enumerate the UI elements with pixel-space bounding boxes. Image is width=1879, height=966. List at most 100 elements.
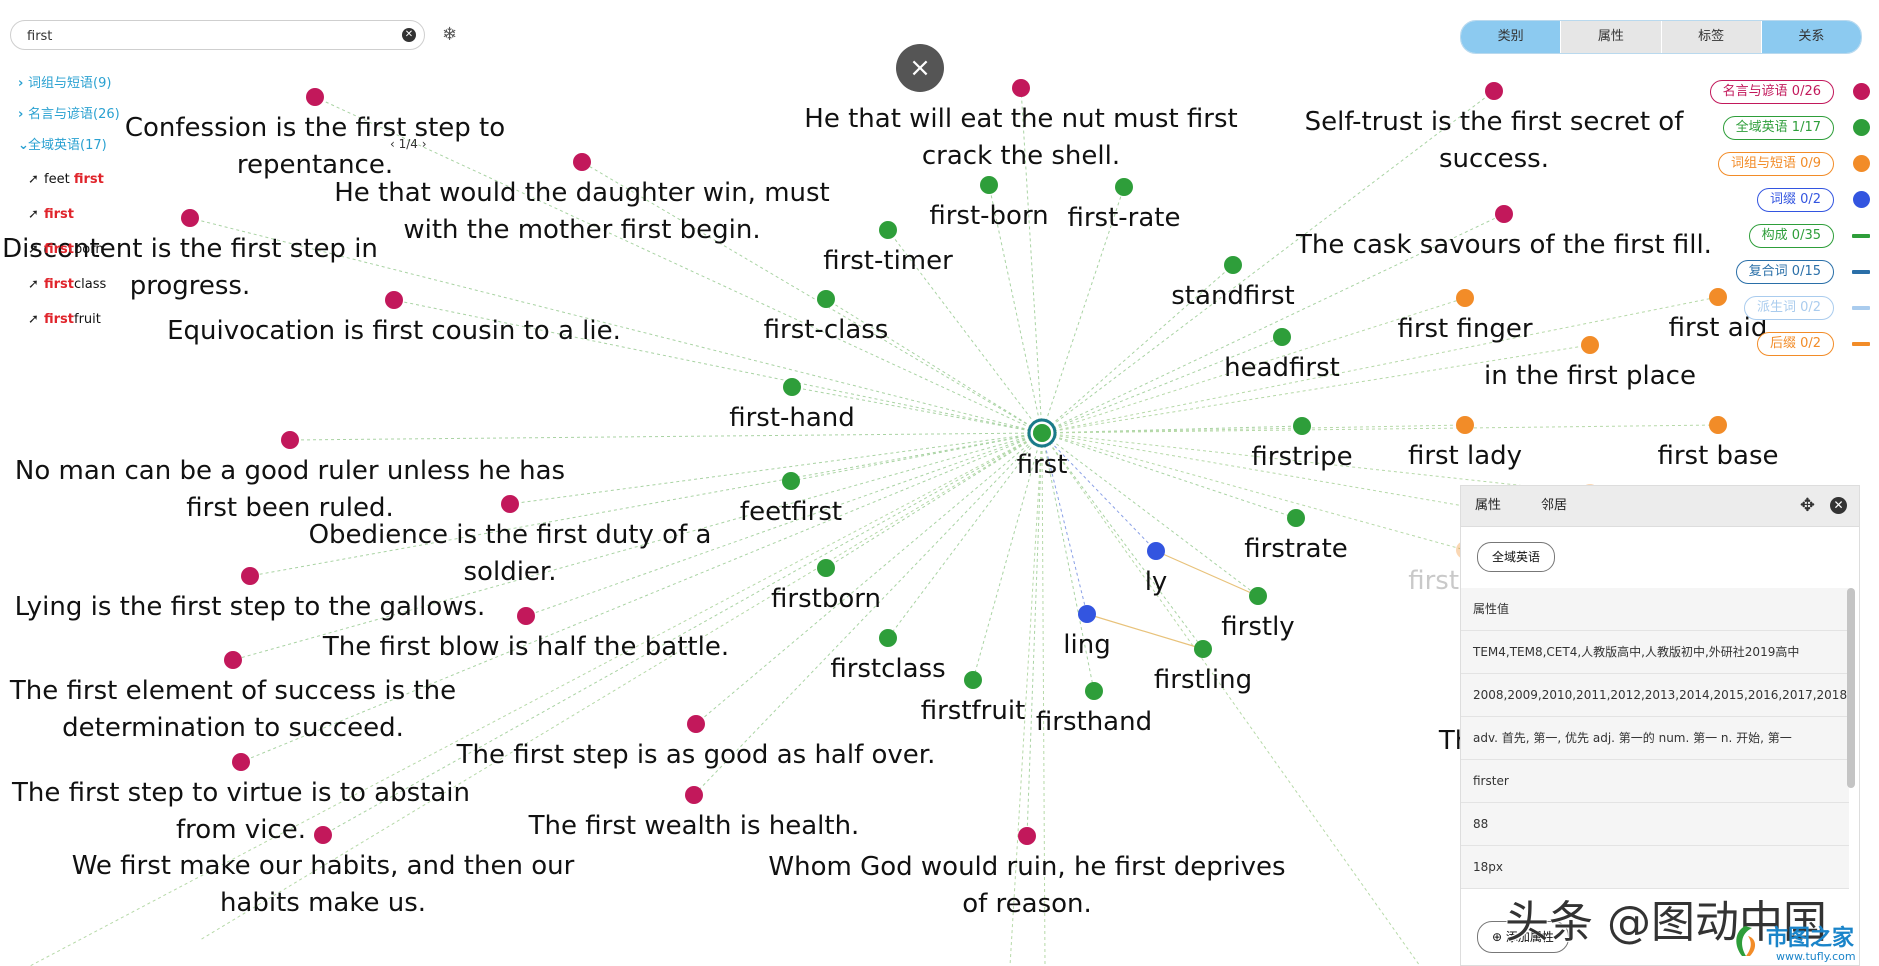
graph-node[interactable]: He that would the daughter win, must with… [334, 153, 830, 245]
node-dot[interactable] [1078, 605, 1096, 623]
node-dot[interactable] [1273, 328, 1291, 346]
property-row[interactable]: 88 [1461, 803, 1849, 846]
graph-node[interactable]: firstclass [830, 629, 946, 684]
legend-item[interactable]: 全域英语 1/17 [1700, 116, 1870, 140]
graph-node[interactable]: first finger [1397, 289, 1533, 344]
tree-item[interactable]: ➚ firstfruit [28, 312, 101, 327]
graph-node[interactable]: The first element of success is the deter… [9, 651, 456, 743]
graph-node[interactable]: first-rate [1067, 178, 1181, 233]
node-dot[interactable] [980, 176, 998, 194]
node-dot[interactable] [1012, 79, 1030, 97]
legend-item[interactable]: 名言与谚语 0/26 [1700, 80, 1870, 104]
graph-node[interactable]: The cask savours of the first fill. [1295, 205, 1712, 260]
graph-node[interactable]: He that will eat the nut must first crack… [804, 79, 1238, 171]
graph-node[interactable]: first-class [764, 290, 889, 345]
tree-item[interactable]: ➚ firstborn [28, 242, 104, 257]
property-row[interactable]: firster [1461, 760, 1849, 803]
tree-group-english[interactable]: ⌄全域英语(17) [18, 136, 120, 167]
panel-tab-neighbors[interactable]: 邻居 [1541, 486, 1567, 526]
node-dot[interactable] [281, 431, 299, 449]
node-dot[interactable] [1085, 682, 1103, 700]
tree-item[interactable]: ➚ firstclass [28, 277, 106, 292]
graph-node[interactable]: standfirst [1171, 256, 1295, 311]
graph-node[interactable]: firstripe [1251, 417, 1353, 472]
node-dot[interactable] [1287, 509, 1305, 527]
node-dot[interactable] [1115, 178, 1133, 196]
node-dot[interactable] [1709, 416, 1727, 434]
node-dot[interactable] [1249, 587, 1267, 605]
legend-item[interactable]: 后缀 0/2 [1700, 332, 1870, 356]
graph-node[interactable]: ling [1063, 605, 1111, 660]
node-dot[interactable] [964, 671, 982, 689]
tree-group-phrases[interactable]: › 词组与短语(9) [18, 74, 120, 105]
node-dot[interactable] [573, 153, 591, 171]
node-dot[interactable] [1495, 205, 1513, 223]
tree-group-quotes[interactable]: › 名言与谚语(26) [18, 105, 120, 136]
node-dot[interactable] [241, 567, 259, 585]
node-dot[interactable] [224, 651, 242, 669]
node-dot[interactable] [314, 826, 332, 844]
node-dot[interactable] [501, 495, 519, 513]
node-dot[interactable] [685, 786, 703, 804]
node-dot[interactable] [1456, 416, 1474, 434]
property-row[interactable]: 18px [1461, 846, 1849, 889]
node-dot[interactable] [1456, 289, 1474, 307]
close-icon[interactable]: ✕ [1830, 497, 1847, 514]
node-dot[interactable] [1293, 417, 1311, 435]
search-box[interactable]: ✕ [10, 20, 425, 50]
node-dot[interactable] [1147, 542, 1165, 560]
close-button[interactable]: × [896, 44, 944, 92]
graph-node[interactable]: firstling [1154, 640, 1252, 695]
graph-node[interactable]: Lying is the first step to the gallows. [15, 567, 486, 622]
legend-item[interactable]: 派生词 0/2 [1700, 296, 1870, 320]
node-dot[interactable] [1018, 827, 1036, 845]
tree-item[interactable]: ➚ first [28, 207, 74, 222]
graph-node[interactable]: feetfirst [740, 472, 842, 527]
tab-tag[interactable]: 标签 [1661, 21, 1762, 53]
node-dot[interactable] [817, 290, 835, 308]
settings-gear-icon[interactable]: ❄ [442, 24, 457, 45]
node-dot[interactable] [782, 472, 800, 490]
graph-node[interactable]: The first wealth is health. [528, 786, 860, 841]
category-tag[interactable]: 全域英语 [1477, 542, 1556, 572]
tab-attribute[interactable]: 属性 [1561, 21, 1662, 53]
graph-node[interactable]: firstborn [771, 559, 881, 614]
graph-node[interactable]: first-hand [729, 378, 855, 433]
tab-relation[interactable]: 关系 [1761, 21, 1861, 53]
graph-node[interactable]: first lady [1408, 416, 1522, 471]
node-dot[interactable] [879, 629, 897, 647]
graph-node[interactable]: Confession is the first step to repentanc… [125, 88, 505, 180]
node-dot[interactable] [1194, 640, 1212, 658]
graph-node[interactable]: The first step to virtue is to abstain fr… [11, 753, 470, 845]
graph-node[interactable]: We first make our habits, and then our ha… [72, 826, 575, 918]
graph-node[interactable]: first base [1657, 416, 1779, 471]
move-icon[interactable]: ✥ [1800, 495, 1815, 516]
tree-item[interactable]: ➚ feet first [28, 172, 104, 187]
tab-category[interactable]: 类别 [1461, 21, 1562, 53]
property-row[interactable]: TEM4,TEM8,CET4,人教版高中,人教版初中,外研社2019高中 [1461, 631, 1849, 674]
node-dot[interactable] [879, 221, 897, 239]
graph-node[interactable]: firstly [1221, 587, 1295, 642]
node-dot[interactable] [687, 715, 705, 733]
graph-node[interactable]: Self-trust is the first secret of success… [1305, 82, 1685, 174]
node-dot[interactable] [1581, 336, 1599, 354]
node-dot[interactable] [783, 378, 801, 396]
graph-node[interactable]: firsthand [1036, 682, 1152, 737]
graph-node[interactable]: No man can be a good ruler unless he has… [15, 431, 565, 523]
node-dot[interactable] [517, 607, 535, 625]
node-dot[interactable] [306, 88, 324, 106]
node-dot[interactable] [232, 753, 250, 771]
legend-item[interactable]: 复合词 0/15 [1700, 260, 1870, 284]
legend-item[interactable]: 词缀 0/2 [1700, 188, 1870, 212]
node-dot[interactable] [181, 209, 199, 227]
legend-item[interactable]: 词组与短语 0/9 [1700, 152, 1870, 176]
node-dot[interactable] [1224, 256, 1242, 274]
node-dot[interactable] [385, 291, 403, 309]
graph-node[interactable]: ly [1145, 542, 1168, 597]
center-dot[interactable] [1033, 424, 1051, 442]
graph-node[interactable]: The first step is as good as half over. [456, 715, 936, 770]
property-row[interactable]: 2008,2009,2010,2011,2012,2013,2014,2015,… [1461, 674, 1849, 717]
clear-search-icon[interactable]: ✕ [402, 28, 416, 42]
pager[interactable]: ‹ 1/4 › [390, 137, 427, 151]
graph-node[interactable]: firstrate [1244, 509, 1348, 564]
